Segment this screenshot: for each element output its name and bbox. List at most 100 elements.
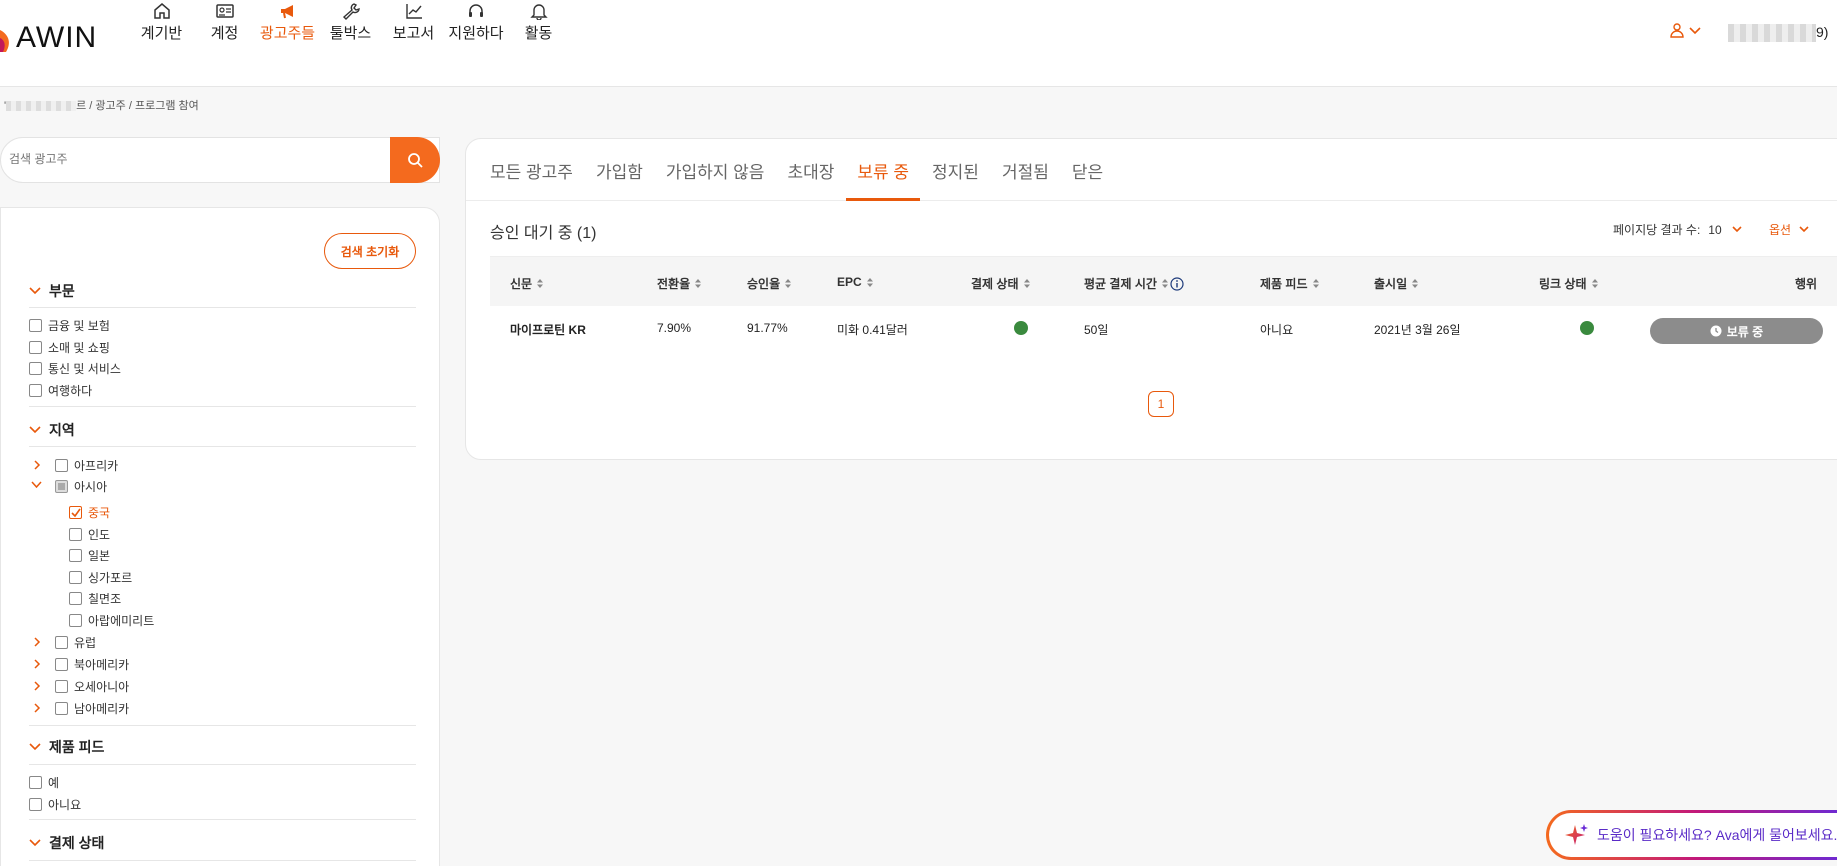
nav-toolbox[interactable]: 툴박스 bbox=[319, 0, 382, 43]
region-africa[interactable]: 아프리카 bbox=[55, 457, 118, 474]
sector-option[interactable]: 통신 및 서비스 bbox=[29, 360, 121, 377]
user-menu-button[interactable] bbox=[1670, 22, 1702, 38]
sector-option[interactable]: 금융 및 보험 bbox=[29, 317, 110, 334]
col-link-status[interactable]: 링크 상태 bbox=[1539, 275, 1599, 292]
checkbox[interactable] bbox=[29, 341, 42, 354]
chevron-down-icon bbox=[29, 839, 41, 847]
checkbox[interactable] bbox=[55, 702, 68, 715]
chevron-right-icon[interactable] bbox=[33, 460, 41, 470]
sort-icon bbox=[1312, 279, 1319, 288]
product-feed-yes[interactable]: 예 bbox=[29, 774, 59, 791]
col-payment-status[interactable]: 결제 상태 bbox=[971, 275, 1031, 292]
nav-support[interactable]: 지원하다 bbox=[445, 0, 507, 43]
checkbox-partial[interactable] bbox=[55, 480, 68, 493]
region-japan[interactable]: 일본 bbox=[69, 547, 110, 564]
flame-icon bbox=[0, 30, 9, 52]
col-epc[interactable]: EPC bbox=[837, 275, 874, 289]
option-label: 인도 bbox=[88, 528, 111, 542]
chevron-right-icon[interactable] bbox=[33, 703, 41, 713]
tab-not-joined[interactable]: 가입하지 않음 bbox=[666, 139, 765, 201]
table-header: 신문 전환율 승인율 EPC 결제 상태 평균 결제 시간 제품 피드 출시일 … bbox=[490, 256, 1837, 306]
page-1-button[interactable]: 1 bbox=[1148, 391, 1174, 417]
nav-dashboard[interactable]: 계기반 bbox=[130, 0, 193, 43]
col-conversion-rate[interactable]: 전환율 bbox=[657, 275, 702, 292]
col-advertiser[interactable]: 신문 bbox=[510, 275, 544, 292]
per-page-select[interactable]: 10 bbox=[1708, 223, 1743, 237]
checkbox[interactable] bbox=[55, 459, 68, 472]
checkbox[interactable] bbox=[55, 636, 68, 649]
advertiser-name[interactable]: 마이프로틴 KR bbox=[510, 321, 586, 338]
tab-all-advertisers[interactable]: 모든 광고주 bbox=[490, 139, 573, 201]
top-header: AWIN 계기반 계정 광고주들 툴박스 보고서 지원하다 활동 9) bbox=[0, 0, 1837, 87]
col-approval-rate[interactable]: 승인율 bbox=[747, 275, 792, 292]
awin-logo[interactable]: AWIN bbox=[0, 18, 97, 58]
tab-joined[interactable]: 가입함 bbox=[596, 139, 643, 201]
checkbox[interactable] bbox=[29, 776, 42, 789]
chevron-right-icon[interactable] bbox=[33, 681, 41, 691]
search-input[interactable] bbox=[9, 152, 379, 166]
checkbox[interactable] bbox=[29, 384, 42, 397]
product-feed-section-toggle[interactable]: 제품 피드 bbox=[29, 737, 104, 757]
header-label: 결제 상태 bbox=[971, 277, 1019, 291]
nav-reports[interactable]: 보고서 bbox=[382, 0, 445, 43]
breadcrumb-first-tail[interactable]: 르 bbox=[76, 100, 86, 112]
sector-section-toggle[interactable]: 부문 bbox=[29, 281, 75, 301]
checkbox[interactable] bbox=[69, 592, 82, 605]
chevron-down-icon bbox=[29, 426, 41, 434]
region-oceania[interactable]: 오세아니아 bbox=[55, 678, 129, 695]
checkbox[interactable] bbox=[69, 614, 82, 627]
tab-invitations[interactable]: 초대장 bbox=[787, 139, 834, 201]
checkbox[interactable] bbox=[69, 549, 82, 562]
account-name[interactable]: 9) bbox=[1728, 24, 1828, 43]
tab-rejected[interactable]: 거절됨 bbox=[1002, 139, 1049, 201]
checkbox[interactable] bbox=[29, 319, 42, 332]
col-launch-date[interactable]: 출시일 bbox=[1374, 275, 1419, 292]
breadcrumb-sep: / bbox=[89, 100, 93, 112]
payment-status-section-toggle[interactable]: 결제 상태 bbox=[29, 833, 104, 853]
checkbox[interactable] bbox=[55, 658, 68, 671]
checkbox[interactable] bbox=[69, 571, 82, 584]
region-uae[interactable]: 아랍에미리트 bbox=[69, 612, 154, 629]
pending-status-button[interactable]: 보류 중 bbox=[1650, 318, 1823, 344]
reset-search-button[interactable]: 검색 초기화 bbox=[324, 233, 416, 269]
nav-advertisers[interactable]: 광고주들 bbox=[256, 0, 319, 43]
nav-activity[interactable]: 활동 bbox=[507, 0, 570, 43]
product-feed-no[interactable]: 아니요 bbox=[29, 796, 81, 813]
col-avg-payment-time[interactable]: 평균 결제 시간 bbox=[1084, 275, 1184, 292]
tab-suspended[interactable]: 정지된 bbox=[932, 139, 979, 201]
option-label: 유럽 bbox=[74, 636, 97, 650]
checkbox[interactable] bbox=[29, 798, 42, 811]
checkbox[interactable] bbox=[69, 528, 82, 541]
chevron-right-icon[interactable] bbox=[33, 659, 41, 669]
chevron-down-icon[interactable] bbox=[31, 481, 42, 489]
col-product-feed[interactable]: 제품 피드 bbox=[1260, 275, 1320, 292]
region-europe[interactable]: 유럽 bbox=[55, 634, 96, 651]
checkbox[interactable] bbox=[29, 362, 42, 375]
nav-account[interactable]: 계정 bbox=[193, 0, 256, 43]
search-button[interactable] bbox=[390, 137, 440, 183]
checkbox[interactable] bbox=[55, 680, 68, 693]
info-icon[interactable] bbox=[1170, 276, 1184, 291]
region-singapore[interactable]: 싱가포르 bbox=[69, 569, 132, 586]
region-india[interactable]: 인도 bbox=[69, 526, 110, 543]
clock-icon bbox=[1710, 325, 1722, 337]
tab-closed[interactable]: 닫은 bbox=[1072, 139, 1103, 201]
ava-help-button[interactable]: 도움이 필요하세요? Ava에게 물어보세요. bbox=[1546, 810, 1837, 860]
region-turkey[interactable]: 칠면조 bbox=[69, 590, 121, 607]
chevron-right-icon[interactable] bbox=[33, 637, 41, 647]
region-asia[interactable]: 아시아 bbox=[55, 478, 107, 495]
sector-option[interactable]: 소매 및 쇼핑 bbox=[29, 339, 110, 356]
chevron-down-icon bbox=[1689, 27, 1701, 35]
sector-option[interactable]: 여행하다 bbox=[29, 382, 92, 399]
user-icon bbox=[1670, 23, 1684, 38]
region-section-toggle[interactable]: 지역 bbox=[29, 420, 75, 440]
breadcrumb-advertisers[interactable]: 광고주 bbox=[95, 100, 125, 112]
region-south-america[interactable]: 남아메리카 bbox=[55, 700, 129, 717]
divider bbox=[29, 819, 416, 820]
region-china[interactable]: 중국 bbox=[69, 504, 110, 521]
checkbox-checked[interactable] bbox=[69, 506, 82, 519]
status-tabs: 모든 광고주 가입함 가입하지 않음 초대장 보류 중 정지된 거절됨 닫은 bbox=[466, 139, 1837, 201]
options-dropdown[interactable]: 옵션 bbox=[1769, 221, 1810, 238]
region-north-america[interactable]: 북아메리카 bbox=[55, 656, 129, 673]
tab-pending[interactable]: 보류 중 bbox=[846, 139, 921, 201]
